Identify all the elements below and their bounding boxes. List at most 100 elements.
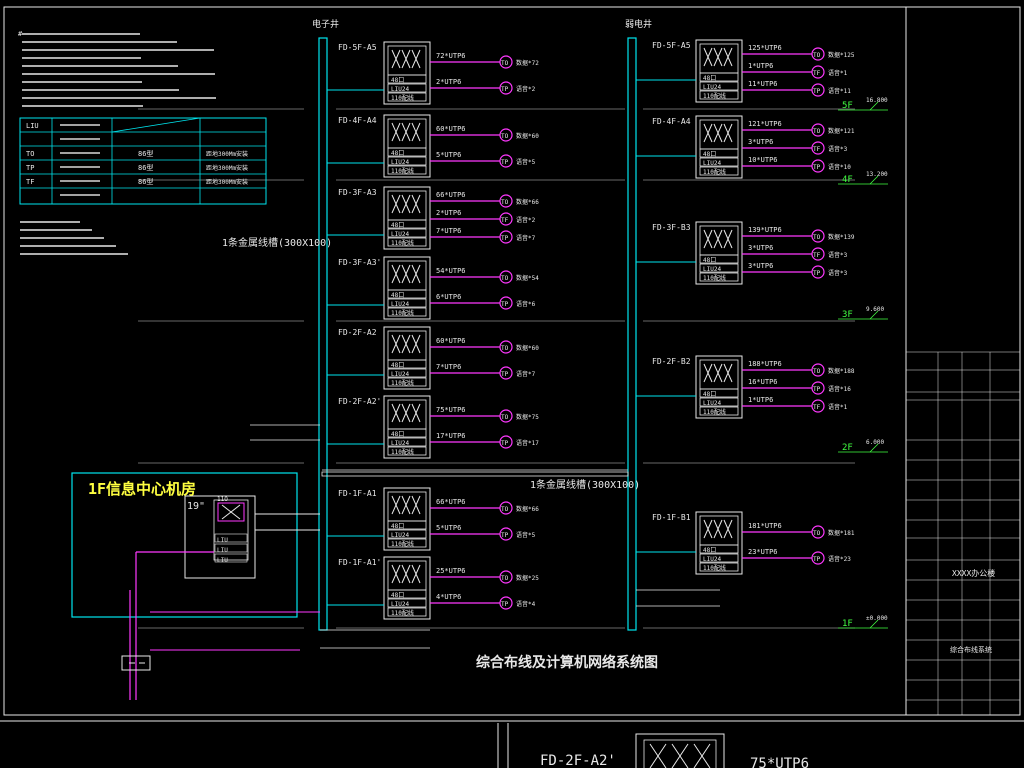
cable-spec: 3*UTP6: [748, 262, 773, 270]
panel-label-liu: LIU24: [703, 84, 721, 91]
outlet-count: 数据*66: [516, 198, 539, 206]
cable-spec: 3*UTP6: [748, 244, 773, 252]
cable-tray-horizontal: [321, 471, 629, 477]
outlet-tag: TO: [501, 199, 509, 206]
panel-label-liu: LIU24: [391, 440, 409, 447]
legend-install: 距地300Mm安装: [206, 178, 248, 186]
fd-name: FD-5F-A5: [652, 41, 691, 50]
panel-label-idc: 110配线: [391, 167, 414, 175]
rack-panel-label: LIU: [217, 537, 228, 544]
outlet-count: 数据*25: [516, 574, 539, 582]
diagram-title: 综合布线及计算机网络系统图: [476, 654, 658, 671]
panel-label-ports: 48口: [391, 150, 404, 157]
fd-name: FD-4F-A4: [652, 117, 691, 126]
outlet-tag: TF: [813, 70, 821, 77]
cable-spec: 181*UTP6: [748, 522, 782, 530]
fd-name: FD-2F-A2: [338, 328, 377, 337]
outer-border: [3, 6, 1021, 716]
fd-name: FD-5F-A5: [338, 43, 377, 52]
legend-table: [19, 117, 267, 205]
fd-name: FD-3F-A3: [338, 188, 377, 197]
panel-label-ports: 48口: [391, 362, 404, 369]
cable-spec: 2*UTP6: [436, 209, 461, 217]
cable-spec: 7*UTP6: [436, 227, 461, 235]
title-block-project: XXXX办公楼: [952, 568, 995, 578]
outlet-tag: TP: [501, 159, 509, 166]
cable-spec: 2*UTP6: [436, 78, 461, 86]
cable-spec: 72*UTP6: [436, 52, 466, 60]
legend-symbol: TP: [26, 164, 34, 172]
panel-label-liu: LIU24: [391, 159, 409, 166]
outlet-tag: TO: [501, 345, 509, 352]
outlet-count: 语音*7: [516, 370, 536, 378]
outlet-count: 数据*72: [516, 59, 539, 67]
legend-symbol: TF: [26, 178, 34, 186]
cable-spec: 5*UTP6: [436, 151, 461, 159]
panel-label-idc: 110配线: [703, 564, 726, 572]
legend-model: 86型: [138, 177, 153, 186]
floor-label: 3F: [842, 310, 853, 320]
outlet-count: 语音*2: [516, 85, 536, 93]
panel-label-idc: 110配线: [391, 540, 414, 548]
title-block: [906, 351, 1020, 715]
cable-spec: 60*UTP6: [436, 337, 466, 345]
room-title: 1F信息中心机房: [88, 480, 196, 498]
legend-model: 86型: [138, 149, 153, 158]
outlet-tag: TO: [813, 52, 821, 59]
cable-spec: 17*UTP6: [436, 432, 466, 440]
outlet-tag: TO: [501, 275, 509, 282]
cable-spec: 4*UTP6: [436, 593, 461, 601]
cable-spec: 188*UTP6: [748, 360, 782, 368]
strip-cabinet: [635, 733, 725, 768]
floor-label: 5F: [842, 101, 853, 111]
panel-label-ports: 48口: [391, 523, 404, 530]
outlet-count: 数据*75: [516, 413, 539, 421]
rack-panel-label: LIU: [217, 547, 228, 554]
panel-label-ports: 48口: [703, 391, 716, 398]
outlet-count: 语音*5: [516, 531, 536, 539]
bottom-cable-label: 75*UTP6: [750, 756, 809, 768]
outlet-count: 语音*3: [828, 269, 848, 277]
panel-label-liu: LIU24: [391, 231, 409, 238]
panel-label-idc: 110配线: [391, 379, 414, 387]
panel-label-liu: LIU24: [703, 266, 721, 273]
floor-label: 2F: [842, 443, 853, 453]
fd-name: FD-1F-A1: [338, 489, 377, 498]
outlet-count: 数据*188: [828, 367, 855, 375]
outlet-tag: TF: [501, 217, 509, 224]
panel-label-liu: LIU24: [391, 86, 409, 93]
panel-label-idc: 110配线: [391, 448, 414, 456]
legend-model: 86型: [138, 163, 153, 172]
panel-label-ports: 48口: [391, 592, 404, 599]
outlet-tag: TO: [501, 60, 509, 67]
cable-spec: 7*UTP6: [436, 363, 461, 371]
legend-diagonal: [111, 117, 201, 133]
outlet-count: 数据*54: [516, 274, 539, 282]
fd-name: FD-2F-B2: [652, 357, 691, 366]
outlet-count: 数据*60: [516, 344, 539, 352]
outlet-tag: TO: [501, 133, 509, 140]
cable-spec: 5*UTP6: [436, 524, 461, 532]
cable-spec: 139*UTP6: [748, 226, 782, 234]
panel-label-idc: 110配线: [391, 609, 414, 617]
strip-switch: [643, 739, 717, 768]
panel-label-idc: 110配线: [703, 92, 726, 100]
legend-symbol: TO: [26, 150, 34, 158]
panel-label-ports: 48口: [703, 547, 716, 554]
outlet-tag: TO: [813, 368, 821, 375]
outlet-count: 语音*7: [516, 234, 536, 242]
outlet-tag: TP: [501, 86, 509, 93]
cable-spec: 11*UTP6: [748, 80, 778, 88]
panel-label-ports: 48口: [391, 292, 404, 299]
outlet-tag: TP: [501, 301, 509, 308]
legend-symbol: LIU: [26, 122, 39, 130]
outlet-count: 数据*125: [828, 51, 855, 59]
cable-spec: 75*UTP6: [436, 406, 466, 414]
outlet-count: 数据*66: [516, 505, 539, 513]
floor-elevation: 9.600: [866, 306, 884, 313]
cable-spec: 66*UTP6: [436, 191, 466, 199]
outlet-tag: TP: [501, 371, 509, 378]
outlet-count: 数据*121: [828, 127, 855, 135]
outlet-tag: TP: [501, 532, 509, 539]
right-floor-distributors: 48口LIU24110配线FD-5F-A5TO125*UTP6数据*125TF1…: [636, 39, 855, 575]
